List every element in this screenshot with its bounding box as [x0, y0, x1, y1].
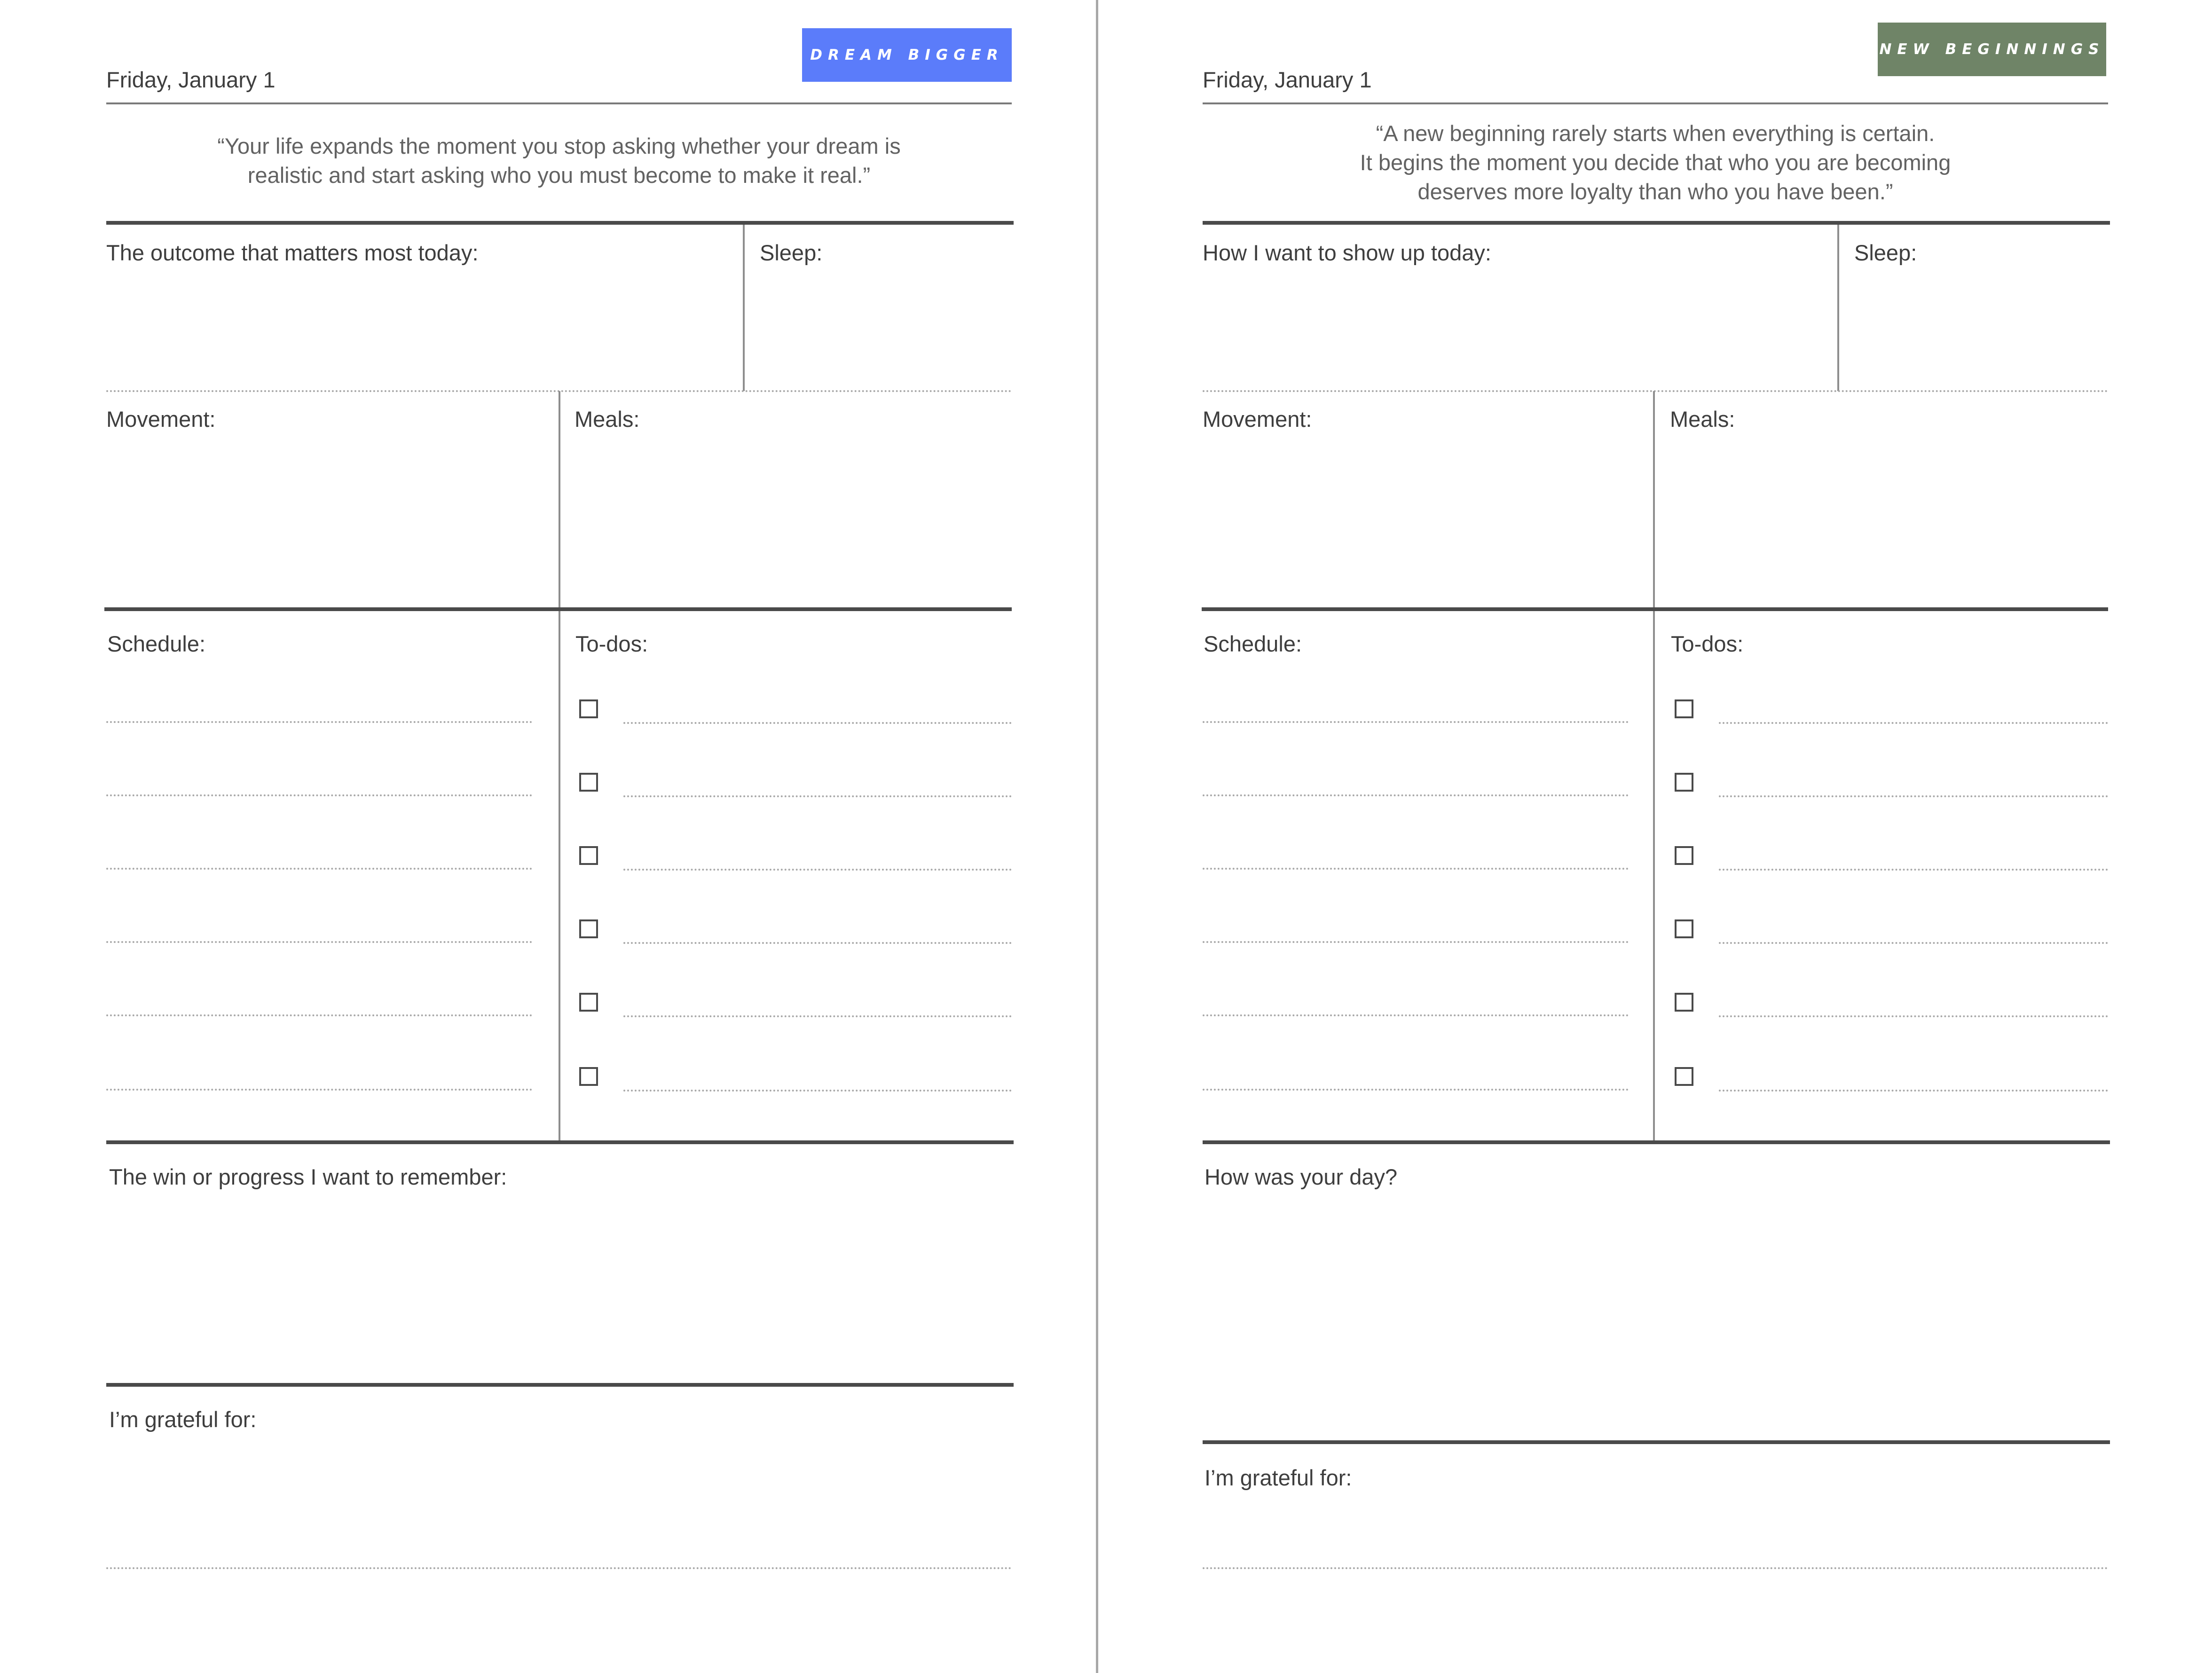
meals-label: Meals: — [1670, 407, 1735, 432]
section-rule — [106, 1140, 1014, 1144]
meals-field[interactable] — [574, 437, 1011, 602]
todo-line[interactable] — [1719, 795, 2108, 797]
schedule-line[interactable] — [106, 794, 532, 796]
section-rule — [1203, 1140, 2110, 1144]
date-label: Friday, January 1 — [106, 67, 276, 92]
todo-checkbox[interactable] — [579, 993, 598, 1012]
schedule-line[interactable] — [106, 1089, 532, 1091]
theme-badge: DREAM BIGGER — [802, 28, 1012, 82]
todo-line[interactable] — [1719, 1090, 2108, 1092]
todos-label: To-dos: — [1671, 631, 1744, 656]
date-label: Friday, January 1 — [1203, 67, 1372, 92]
todos-label: To-dos: — [575, 631, 648, 656]
section-rule — [1203, 1440, 2110, 1444]
todo-checkbox[interactable] — [1675, 993, 1693, 1012]
header-rule — [106, 102, 1012, 104]
todo-line[interactable] — [623, 942, 1012, 944]
todo-line[interactable] — [623, 795, 1012, 797]
sleep-label: Sleep: — [760, 240, 823, 265]
schedule-line[interactable] — [1203, 794, 1629, 796]
grateful-field[interactable] — [1203, 1495, 2108, 1563]
reflection-field[interactable] — [106, 1194, 1012, 1377]
quote: “Your life expands the moment you stop a… — [106, 132, 1012, 190]
todo-checkbox[interactable] — [579, 773, 598, 792]
todo-line[interactable] — [623, 1090, 1012, 1092]
schedule-line[interactable] — [106, 941, 532, 943]
planner-page-right: NEW BEGINNINGS Friday, January 1 “A new … — [1098, 0, 2204, 1673]
movement-field[interactable] — [1203, 437, 1645, 602]
todo-checkbox[interactable] — [579, 919, 598, 938]
schedule-line[interactable] — [1203, 1089, 1629, 1091]
grateful-label: I’m grateful for: — [109, 1407, 257, 1432]
todo-checkbox[interactable] — [1675, 773, 1693, 792]
grateful-field[interactable] — [106, 1437, 1012, 1563]
todo-checkbox[interactable] — [1675, 1067, 1693, 1086]
reflection-field[interactable] — [1203, 1194, 2108, 1434]
sleep-field[interactable] — [1847, 268, 2106, 385]
quote: “A new beginning rarely starts when ever… — [1203, 119, 2108, 206]
quote-line: It begins the moment you decide that who… — [1360, 150, 1951, 175]
section-rule — [106, 1383, 1014, 1387]
schedule-line[interactable] — [1203, 1014, 1629, 1016]
theme-badge: NEW BEGINNINGS — [1878, 23, 2106, 76]
todo-line[interactable] — [623, 1015, 1012, 1017]
schedule-line[interactable] — [106, 721, 532, 723]
section-rule — [1202, 607, 2108, 611]
todo-checkbox[interactable] — [1675, 699, 1693, 718]
quote-line: “Your life expands the moment you stop a… — [217, 134, 901, 158]
reflection-label: How was your day? — [1204, 1164, 1398, 1189]
todo-checkbox[interactable] — [579, 699, 598, 718]
todo-checkbox[interactable] — [1675, 919, 1693, 938]
schedule-line[interactable] — [1203, 721, 1629, 723]
focus-label: The outcome that matters most today: — [106, 240, 479, 265]
movement-field[interactable] — [106, 437, 548, 602]
focus-label: How I want to show up today: — [1203, 240, 1491, 265]
reflection-label: The win or progress I want to remember: — [109, 1164, 507, 1189]
todo-line[interactable] — [623, 869, 1012, 871]
schedule-label: Schedule: — [1204, 631, 1302, 656]
schedule-line[interactable] — [106, 868, 532, 870]
todo-line[interactable] — [1719, 942, 2108, 944]
sleep-field[interactable] — [752, 268, 1011, 385]
schedule-line[interactable] — [1203, 941, 1629, 943]
schedule-line[interactable] — [1203, 868, 1629, 870]
movement-label: Movement: — [1203, 407, 1312, 432]
quote-line: “A new beginning rarely starts when ever… — [1376, 121, 1935, 146]
meals-field[interactable] — [1668, 437, 2106, 602]
grateful-line — [106, 1567, 1012, 1569]
grateful-label: I’m grateful for: — [1204, 1465, 1352, 1490]
todo-line[interactable] — [1719, 722, 2108, 724]
meals-label: Meals: — [575, 407, 640, 432]
column-divider — [1653, 391, 1655, 1143]
focus-divider — [1837, 225, 1839, 391]
section-dotted-rule — [1203, 390, 2108, 392]
section-rule — [1203, 221, 2110, 225]
todo-checkbox[interactable] — [1675, 846, 1693, 865]
quote-line: realistic and start asking who you must … — [247, 163, 871, 188]
section-rule — [104, 607, 1012, 611]
section-rule — [106, 221, 1014, 225]
todo-line[interactable] — [1719, 869, 2108, 871]
schedule-label: Schedule: — [107, 631, 206, 656]
quote-line: deserves more loyalty than who you have … — [1417, 179, 1893, 204]
sleep-label: Sleep: — [1854, 240, 1917, 265]
focus-field[interactable] — [1203, 268, 1831, 385]
todo-line[interactable] — [623, 722, 1012, 724]
column-divider — [559, 391, 560, 1143]
movement-label: Movement: — [106, 407, 216, 432]
todo-line[interactable] — [1719, 1015, 2108, 1017]
focus-divider — [743, 225, 745, 391]
todo-checkbox[interactable] — [579, 1067, 598, 1086]
header-rule — [1203, 102, 2108, 104]
focus-field[interactable] — [106, 268, 736, 385]
schedule-line[interactable] — [106, 1014, 532, 1016]
planner-page-left: DREAM BIGGER Friday, January 1 “Your lif… — [0, 0, 1106, 1673]
grateful-line — [1203, 1567, 2108, 1569]
todo-checkbox[interactable] — [579, 846, 598, 865]
